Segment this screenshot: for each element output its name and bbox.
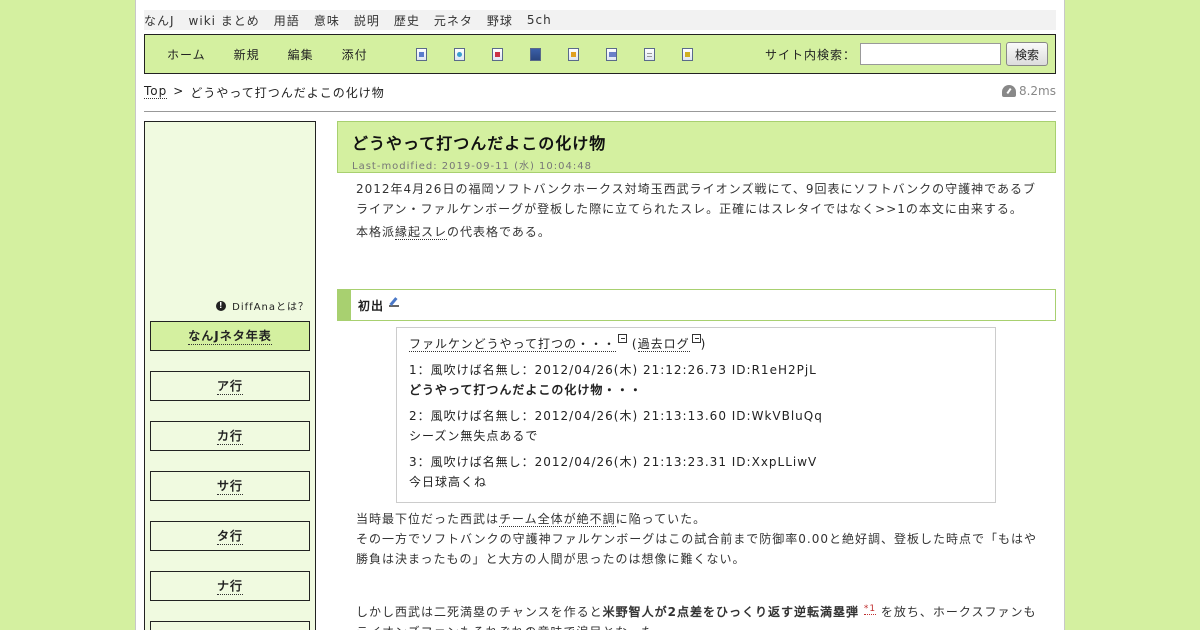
toolbar-menu: ホーム 新規 編集 添付 — [167, 46, 396, 63]
post-header: 2：風吹けば名無し：2012/04/26(木) 21:13:13.60 ID:W… — [409, 409, 823, 423]
sidebar-item-next[interactable] — [150, 621, 310, 630]
thread-post: 2：風吹けば名無し：2012/04/26(木) 21:13:13.60 ID:W… — [409, 406, 983, 446]
search-page-icon[interactable] — [453, 47, 465, 61]
engi-sure-link[interactable]: 縁起スレ — [395, 225, 448, 240]
lock-icon[interactable] — [567, 47, 579, 61]
team-slump-link[interactable]: チーム全体が絶不調 — [499, 512, 616, 527]
topnav-link-imi[interactable]: 意味 — [314, 12, 340, 29]
diff-icon[interactable] — [491, 47, 503, 61]
info-icon: ! — [216, 300, 227, 311]
breadcrumb: Top > どうやって打つんだよこの化け物 8.2ms — [144, 84, 1056, 112]
new-page-icon[interactable] — [415, 47, 427, 61]
topnav-link-5ch[interactable]: 5ch — [527, 13, 552, 27]
copy-icon[interactable] — [605, 47, 617, 61]
render-timing: 8.2ms — [1001, 84, 1056, 98]
site-search: サイト内検索： 検索 — [765, 42, 1048, 66]
home-button[interactable]: ホーム — [167, 46, 206, 63]
body-paragraph: その一方でソフトバンクの守護神ファルケンボーグはこの試合前まで防御率0.00と絶… — [356, 532, 1037, 566]
sidebar-item-nenpyo[interactable]: なんJネタ年表 — [150, 321, 310, 351]
section-title: 初出 — [358, 298, 385, 313]
edit-button[interactable]: 編集 — [288, 46, 314, 63]
body-paragraph: しかし西武は二死満塁のチャンスを作ると米野智人が2点差をひっくり返す逆転満塁弾 … — [356, 604, 1037, 630]
intro-paragraph-2: 本格派縁起スレの代表格である。 — [356, 225, 551, 240]
thread-quote: ファルケンどうやって打つの・・・ (過去ログ) 1：風吹けば名無し：2012/0… — [396, 327, 996, 503]
sidebar: ! DiffAnaとは？ なんJネタ年表 ア行 カ行 サ行 タ行 ナ行 — [144, 121, 316, 630]
edit-pencil-icon[interactable] — [389, 297, 400, 307]
article-header: どうやって打つんだよこの化け物 Last-modified: 2019-09-1… — [337, 121, 1056, 173]
post-body: どうやって打つんだよこの化け物・・・ — [409, 383, 643, 397]
sidebar-item-a-gyo[interactable]: ア行 — [150, 371, 310, 401]
topnav-link-setsumei[interactable]: 説明 — [354, 12, 380, 29]
footnote-ref[interactable]: *1 — [863, 604, 877, 615]
last-modified: Last-modified: 2019-09-11 (水) 10:04:48 — [352, 161, 592, 172]
toolbar: ホーム 新規 編集 添付 サイト内検索： 検索 — [144, 34, 1056, 74]
topnav-link-yougo[interactable]: 用語 — [274, 12, 300, 29]
page-title: どうやって打つんだよこの化け物 — [352, 134, 607, 153]
search-label: サイト内検索： — [764, 47, 856, 62]
topnav-link-moto-neta[interactable]: 元ネタ — [434, 12, 473, 29]
top-navigation: なんJ wiki まとめ 用語 意味 説明 歴史 元ネタ 野球 5ch — [144, 10, 1056, 30]
breadcrumb-top-link[interactable]: Top — [144, 84, 168, 99]
new-page-button[interactable]: 新規 — [234, 46, 260, 63]
breadcrumb-current: どうやって打つんだよこの化け物 — [190, 86, 385, 100]
speedometer-icon — [1001, 85, 1016, 97]
sidebar-item-na-gyo[interactable]: ナ行 — [150, 571, 310, 601]
post-header: 1：風吹けば名無し：2012/04/26(木) 21:12:26.73 ID:R… — [409, 363, 817, 377]
emphasis-text: 米野智人が2点差をひっくり返す逆転満塁弾 — [602, 605, 860, 619]
topnav-link-rekishi[interactable]: 歴史 — [394, 12, 420, 29]
external-link-icon[interactable] — [691, 334, 701, 343]
help-icon[interactable] — [681, 47, 693, 61]
archive-log-link[interactable]: 過去ログ — [637, 337, 690, 352]
diffana-label: DiffAnaとは？ — [232, 302, 309, 313]
external-link-icon[interactable] — [618, 334, 628, 343]
diffana-help-link[interactable]: ! DiffAnaとは？ — [216, 298, 309, 313]
sidebar-item-ka-gyo[interactable]: カ行 — [150, 421, 310, 451]
body-paragraph: 当時最下位だった西武はチーム全体が絶不調に陥っていた。 — [356, 512, 707, 527]
section-heading: 初出 — [337, 289, 1056, 321]
sidebar-item-ta-gyo[interactable]: タ行 — [150, 521, 310, 551]
post-body: シーズン無失点あるで — [409, 429, 539, 443]
thread-link[interactable]: ファルケンどうやって打つの・・・ — [409, 337, 617, 352]
breadcrumb-separator: > — [173, 84, 185, 98]
sidebar-item-sa-gyo[interactable]: サ行 — [150, 471, 310, 501]
thread-post: 1：風吹けば名無し：2012/04/26(木) 21:12:26.73 ID:R… — [409, 360, 983, 400]
topnav-link-nanj[interactable]: なんJ — [144, 12, 175, 29]
post-body: 今日球高くね — [409, 475, 488, 489]
topnav-link-wiki[interactable]: wiki まとめ — [189, 12, 260, 29]
attach-button[interactable]: 添付 — [342, 46, 368, 63]
search-input[interactable] — [860, 43, 1001, 65]
thread-links: ファルケンどうやって打つの・・・ (過去ログ) — [409, 334, 983, 354]
intro-paragraph: 2012年4月26日の福岡ソフトバンクホークス対埼玉西武ライオンズ戦にて、9回表… — [356, 182, 1036, 216]
save-icon[interactable] — [529, 47, 541, 61]
render-time-value: 8.2ms — [1018, 84, 1056, 98]
body-paragraphs: 当時最下位だった西武はチーム全体が絶不調に陥っていた。 その一方でソフトバンクの… — [337, 509, 1046, 630]
list-icon[interactable] — [643, 47, 655, 61]
post-header: 3：風吹けば名無し：2012/04/26(木) 21:13:23.31 ID:X… — [409, 455, 818, 469]
article: どうやって打つんだよこの化け物 Last-modified: 2019-09-1… — [337, 121, 1056, 630]
search-button[interactable]: 検索 — [1006, 42, 1048, 66]
toolbar-icons — [415, 47, 720, 61]
topnav-link-yakyu[interactable]: 野球 — [487, 12, 513, 29]
page: なんJ wiki まとめ 用語 意味 説明 歴史 元ネタ 野球 5ch ホーム … — [135, 0, 1065, 630]
thread-post: 3：風吹けば名無し：2012/04/26(木) 21:13:23.31 ID:X… — [409, 452, 983, 492]
